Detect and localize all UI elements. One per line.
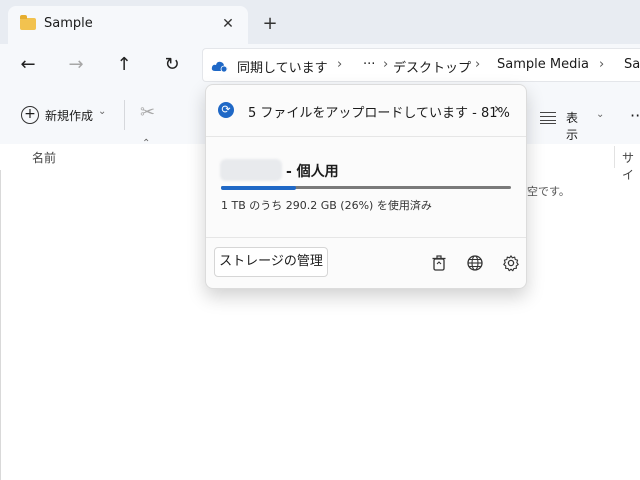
tab-title: Sample <box>44 16 93 31</box>
more-options-icon[interactable]: ·· <box>630 106 640 125</box>
sync-icon: ⟳ <box>218 102 234 118</box>
storage-usage-text: 1 TB のうち 290.2 GB (26%) を使用済み <box>221 199 432 212</box>
upload-status-text: 5 ファイルをアップロードしています - 81% <box>248 106 510 121</box>
tab-sample[interactable]: Sample ✕ <box>8 6 248 44</box>
tab-bar: Sample ✕ + <box>0 0 640 45</box>
crumb-sample-media[interactable]: Sample Media <box>497 57 589 72</box>
chevron-right-icon[interactable]: › <box>475 57 480 72</box>
sync-status-crumb[interactable]: 同期しています <box>237 57 328 76</box>
empty-folder-message: 空です。 <box>527 185 570 198</box>
account-name-redacted <box>220 159 282 181</box>
chevron-right-icon: › <box>494 101 500 117</box>
crumb-sample[interactable]: Sa <box>624 57 640 72</box>
gear-icon[interactable] <box>502 254 520 272</box>
up-button[interactable]: ↑ <box>110 51 138 79</box>
forward-button[interactable]: → <box>62 51 90 79</box>
onedrive-sync-flyout: ⟳ 5 ファイルをアップロードしています - 81% › - 個人用 1 TB … <box>205 84 527 289</box>
recycle-bin-icon[interactable] <box>430 254 448 272</box>
navigation-bar: ← → ↑ ↻ 同期しています › ··· › デスクトップ › Sample … <box>0 44 640 86</box>
globe-icon[interactable] <box>466 254 484 272</box>
flyout-footer: ストレージの管理 <box>206 237 526 289</box>
column-size[interactable]: サイ <box>622 149 640 183</box>
new-button-label: 新規作成 <box>45 109 94 123</box>
folder-icon <box>20 15 36 30</box>
close-tab-icon[interactable]: ✕ <box>216 12 240 36</box>
list-view-icon <box>540 112 556 124</box>
storage-progress-fill <box>221 185 297 190</box>
refresh-button[interactable]: ↻ <box>158 51 186 79</box>
storage-progress-bar <box>221 185 511 190</box>
content-left-border <box>0 170 1 480</box>
view-button-label: 表示 <box>566 111 579 142</box>
chevron-right-icon[interactable]: › <box>337 57 342 72</box>
chevron-down-icon: ⌄ <box>98 106 107 117</box>
chevron-right-icon[interactable]: › <box>383 57 388 72</box>
onedrive-sync-icon[interactable] <box>211 59 229 73</box>
chevron-down-icon: ⌄ <box>596 109 605 120</box>
upload-status-row[interactable]: ⟳ 5 ファイルをアップロードしています - 81% › <box>206 85 526 137</box>
new-tab-button[interactable]: + <box>258 12 282 36</box>
column-divider[interactable] <box>614 146 615 168</box>
plus-circle-icon: + <box>21 106 39 124</box>
crumb-desktop[interactable]: デスクトップ <box>393 57 471 76</box>
overflow-crumb[interactable]: ··· <box>363 57 375 72</box>
back-button[interactable]: ← <box>14 51 42 79</box>
sort-chevron-up-icon: ⌃ <box>142 138 151 149</box>
address-bar[interactable]: 同期しています › ··· › デスクトップ › Sample Media › … <box>202 48 640 82</box>
column-name[interactable]: 名前 <box>32 149 56 166</box>
cut-icon[interactable]: ✂ <box>140 102 162 126</box>
manage-storage-button[interactable]: ストレージの管理 <box>214 247 328 277</box>
toolbar-divider <box>124 100 125 130</box>
account-type-label: - 個人用 <box>286 164 339 180</box>
chevron-right-icon[interactable]: › <box>599 57 604 72</box>
